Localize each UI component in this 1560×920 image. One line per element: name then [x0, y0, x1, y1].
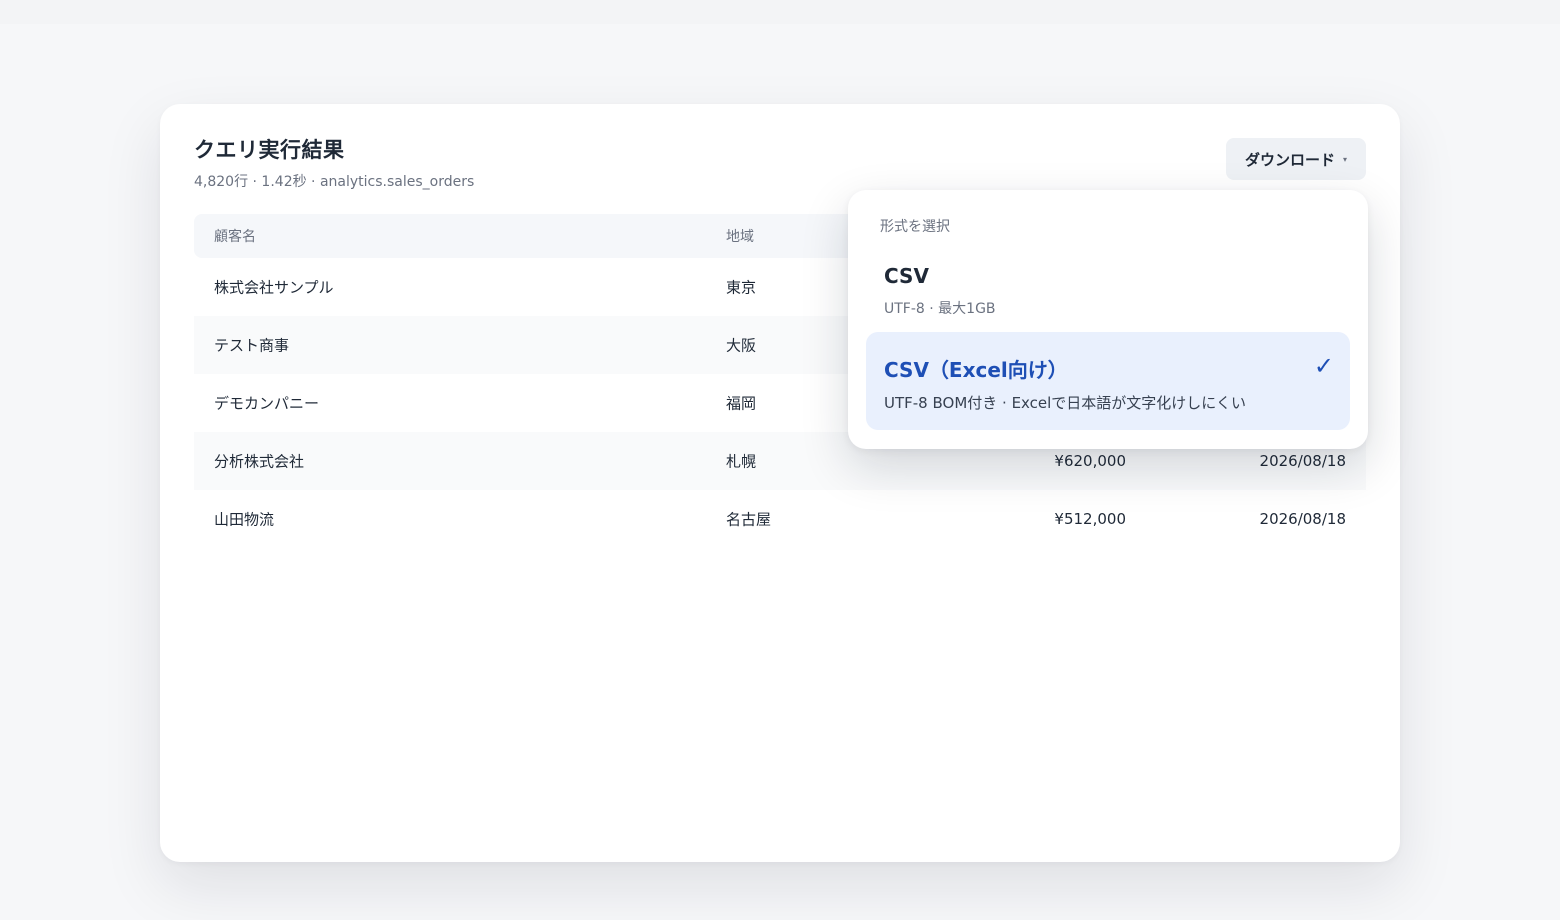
- option-description: UTF-8 BOM付き · Excelで日本語が文字化けしにくい: [884, 394, 1247, 412]
- cell-customer: デモカンパニー: [214, 394, 320, 413]
- option-title: CSV: [884, 264, 929, 288]
- page-title: クエリ実行結果: [194, 138, 345, 162]
- download-button[interactable]: ダウンロード ▾: [1226, 138, 1366, 180]
- cell-customer: 分析株式会社: [214, 452, 305, 471]
- column-header-customer[interactable]: 顧客名: [214, 226, 256, 246]
- option-description: UTF-8 · 最大1GB: [884, 301, 996, 317]
- menu-option-csv-excel[interactable]: CSV（Excel向け） UTF-8 BOM付き · Excelで日本語が文字化…: [866, 332, 1350, 430]
- cell-customer: テスト商事: [214, 336, 290, 355]
- result-meta: 4,820行 · 1.42秒 · analytics.sales_orders: [194, 174, 475, 190]
- cell-customer: 株式会社サンプル: [214, 278, 334, 297]
- column-header-region[interactable]: 地域: [726, 226, 754, 246]
- top-bar: [0, 0, 1560, 24]
- cell-date: 2026/08/18: [1259, 452, 1346, 470]
- menu-option-csv[interactable]: CSV UTF-8 · 最大1GB: [866, 254, 1350, 322]
- cell-amount: ¥620,000: [1054, 452, 1126, 470]
- cell-date: 2026/08/18: [1259, 510, 1346, 528]
- cell-region: 福岡: [726, 394, 757, 413]
- menu-label: 形式を選択: [880, 219, 950, 235]
- cell-region: 大阪: [726, 336, 757, 355]
- table-row[interactable]: 山田物流 名古屋 ¥512,000 2026/08/18: [194, 490, 1366, 548]
- cell-region: 東京: [726, 278, 757, 297]
- download-button-label: ダウンロード: [1244, 150, 1335, 169]
- cell-region: 札幌: [726, 452, 757, 471]
- chevron-down-icon: ▾: [1343, 154, 1348, 164]
- cell-region: 名古屋: [726, 510, 772, 529]
- download-format-menu: 形式を選択 CSV UTF-8 · 最大1GB CSV（Excel向け） UTF…: [848, 190, 1368, 449]
- cell-customer: 山田物流: [214, 510, 275, 529]
- option-title: CSV（Excel向け）: [884, 358, 1068, 382]
- checkmark-icon: ✓: [1313, 352, 1334, 380]
- cell-amount: ¥512,000: [1054, 510, 1126, 528]
